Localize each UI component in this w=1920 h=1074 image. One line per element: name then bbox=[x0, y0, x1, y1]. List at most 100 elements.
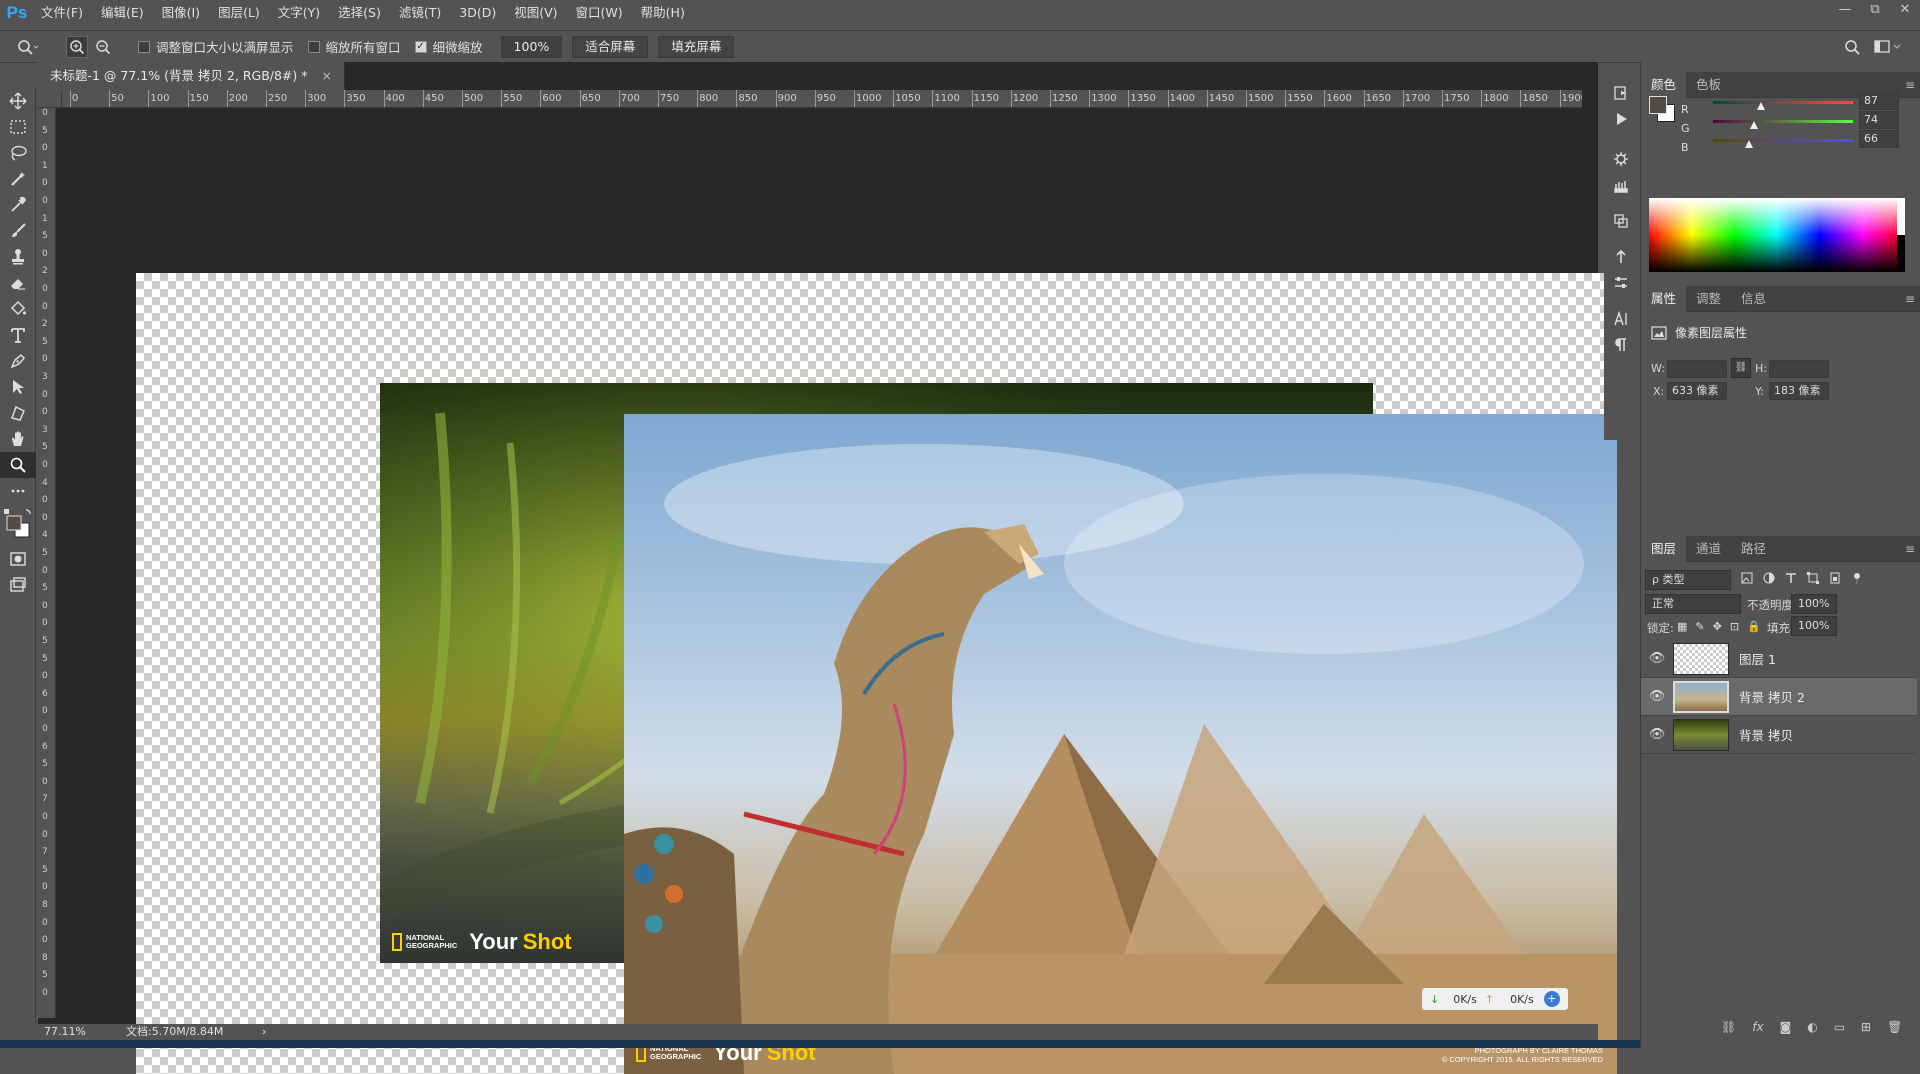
green-value[interactable]: 74 bbox=[1859, 111, 1899, 129]
layer-row-selected[interactable]: 👁 背景 拷贝 2 bbox=[1641, 678, 1917, 716]
marquee-tool[interactable] bbox=[0, 114, 36, 140]
resize-windows-option[interactable]: 调整窗口大小以满屏显示 bbox=[138, 37, 294, 56]
lock-pixels-icon[interactable]: ✎ bbox=[1695, 620, 1704, 633]
tab-info[interactable]: 信息 bbox=[1731, 286, 1776, 312]
menu-image[interactable]: 图像(I) bbox=[153, 0, 209, 26]
brush-settings-button[interactable] bbox=[1604, 146, 1638, 172]
add-mask-icon[interactable]: ◙ bbox=[1780, 1020, 1792, 1034]
zoom-all-option[interactable]: 缩放所有窗口 bbox=[307, 37, 401, 56]
close-button[interactable]: ✕ bbox=[1890, 0, 1920, 22]
lasso-tool[interactable] bbox=[0, 140, 36, 166]
panel-menu-icon[interactable]: ≡ bbox=[1905, 292, 1915, 306]
tab-layers[interactable]: 图层 bbox=[1641, 535, 1687, 562]
tab-channels[interactable]: 通道 bbox=[1686, 536, 1731, 562]
green-track[interactable] bbox=[1713, 120, 1853, 123]
paint-bucket-tool[interactable] bbox=[0, 296, 36, 322]
history-panel-button[interactable] bbox=[1604, 80, 1638, 106]
tab-adjustments[interactable]: 调整 bbox=[1686, 286, 1731, 312]
blue-track[interactable] bbox=[1713, 139, 1853, 142]
tab-properties[interactable]: 属性 bbox=[1641, 285, 1687, 312]
filter-toggle-icon[interactable] bbox=[1851, 572, 1863, 584]
move-tool[interactable] bbox=[0, 88, 36, 114]
link-dimensions-button[interactable]: ⛓ bbox=[1731, 358, 1751, 378]
vertical-ruler[interactable]: 0 5 0 1 0 0 1 5 0 2 0 0 2 5 0 3 0 0 3 5 0 4 0 0 4 5 0 5 0 0 5 5 0 6 0 0 6 5 0 7… bbox=[38, 108, 56, 1018]
red-value[interactable]: 87 bbox=[1859, 92, 1899, 110]
color-spectrum[interactable] bbox=[1649, 198, 1905, 272]
menu-edit[interactable]: 编辑(E) bbox=[92, 0, 153, 26]
visibility-eye-icon[interactable]: 👁 bbox=[1641, 651, 1673, 666]
add-icon[interactable]: + bbox=[1543, 991, 1560, 1007]
status-menu-arrow[interactable]: › bbox=[262, 1024, 266, 1040]
spectrum-white[interactable] bbox=[1897, 198, 1905, 235]
eyedropper-tool[interactable] bbox=[0, 192, 36, 218]
more-tools[interactable] bbox=[0, 478, 36, 504]
menu-type[interactable]: 文字(Y) bbox=[269, 0, 329, 26]
actions-panel-button[interactable] bbox=[1604, 106, 1638, 132]
blend-mode-select[interactable]: 正常 bbox=[1645, 594, 1741, 614]
menu-3d[interactable]: 3D(D) bbox=[450, 0, 505, 26]
layer-row[interactable]: 👁 图层 1 bbox=[1641, 640, 1917, 678]
zoom-level[interactable]: 77.11% bbox=[44, 1024, 86, 1040]
search-button[interactable] bbox=[1844, 39, 1860, 58]
panel-menu-icon[interactable]: ≡ bbox=[1905, 542, 1915, 556]
trash-icon[interactable]: 🗑 bbox=[1887, 1020, 1902, 1034]
fill-field[interactable]: 100% bbox=[1791, 616, 1837, 636]
new-group-icon[interactable]: ▭ bbox=[1834, 1020, 1845, 1034]
magic-wand-tool[interactable] bbox=[0, 166, 36, 192]
adjustments-button[interactable] bbox=[1604, 270, 1638, 296]
character-panel-button[interactable] bbox=[1604, 306, 1638, 332]
brushes-panel-button[interactable] bbox=[1604, 172, 1638, 198]
horizontal-ruler[interactable]: 0 50 100 150 200 250 300 350 400 450 500 550 600 650 7… bbox=[62, 90, 1582, 108]
stamp-tool[interactable] bbox=[0, 244, 36, 270]
blue-slider[interactable]: B 66 bbox=[1651, 130, 1899, 158]
zoom-in-button[interactable] bbox=[66, 35, 88, 58]
menu-help[interactable]: 帮助(H) bbox=[632, 0, 694, 26]
path-selection-tool[interactable] bbox=[0, 374, 36, 400]
eraser-tool[interactable] bbox=[0, 270, 36, 296]
network-speed-widget[interactable]: ↓ 0K/s ↑ 0K/s + bbox=[1422, 988, 1568, 1010]
tool-presets-button[interactable] bbox=[1604, 244, 1638, 270]
width-field[interactable] bbox=[1667, 360, 1727, 378]
type-tool[interactable] bbox=[0, 322, 36, 348]
fit-screen-button[interactable]: 适合屏幕 bbox=[572, 35, 649, 58]
opacity-field[interactable]: 100% bbox=[1791, 594, 1837, 614]
visibility-eye-icon[interactable]: 👁 bbox=[1641, 727, 1673, 742]
tab-paths[interactable]: 路径 bbox=[1731, 536, 1776, 562]
menu-window[interactable]: 窗口(W) bbox=[567, 0, 632, 26]
visibility-eye-icon[interactable]: 👁 bbox=[1641, 689, 1673, 704]
scrubby-zoom-checkbox[interactable]: ✓ bbox=[414, 40, 427, 53]
restore-button[interactable]: ⧉ bbox=[1860, 0, 1890, 22]
filter-adjustment-icon[interactable] bbox=[1763, 572, 1775, 584]
link-layers-icon[interactable]: ⛓ bbox=[1721, 1020, 1736, 1034]
lock-position-icon[interactable]: ✥ bbox=[1713, 620, 1722, 633]
layer-filter-select[interactable]: ρ 类型 bbox=[1645, 570, 1731, 590]
paragraph-panel-button[interactable] bbox=[1604, 332, 1638, 358]
close-document-button[interactable]: × bbox=[322, 68, 332, 83]
menu-view[interactable]: 视图(V) bbox=[505, 0, 566, 26]
red-thumb[interactable] bbox=[1756, 102, 1765, 110]
filter-smart-object-icon[interactable] bbox=[1829, 572, 1841, 584]
blue-value[interactable]: 66 bbox=[1859, 130, 1899, 148]
minimize-button[interactable]: — bbox=[1830, 0, 1860, 22]
menu-file[interactable]: 文件(F) bbox=[32, 0, 92, 26]
quick-mask-button[interactable] bbox=[0, 546, 36, 572]
document-tab[interactable]: 未标题-1 @ 77.1% (背景 拷贝 2, RGB/8#) * × bbox=[38, 62, 345, 90]
panel-menu-icon[interactable]: ≡ bbox=[1905, 78, 1915, 92]
canvas[interactable]: NATIONAL GEOGRAPHIC Your Shot NATIONAL G… bbox=[136, 273, 1617, 1074]
menu-filter[interactable]: 滤镜(T) bbox=[390, 0, 450, 26]
height-field[interactable] bbox=[1769, 360, 1829, 378]
brush-tool[interactable] bbox=[0, 218, 36, 244]
menu-select[interactable]: 选择(S) bbox=[329, 0, 390, 26]
green-thumb[interactable] bbox=[1749, 121, 1758, 129]
filter-shape-icon[interactable] bbox=[1807, 572, 1819, 584]
filter-pixel-icon[interactable] bbox=[1741, 572, 1753, 584]
shape-tool[interactable] bbox=[0, 400, 36, 426]
x-field[interactable]: 633 像素 bbox=[1667, 382, 1727, 400]
resize-windows-checkbox[interactable] bbox=[138, 40, 150, 53]
lock-all-icon[interactable]: 🔒 bbox=[1747, 620, 1761, 633]
red-track[interactable] bbox=[1713, 101, 1853, 104]
tab-swatches[interactable]: 色板 bbox=[1686, 72, 1731, 98]
layer-row[interactable]: 👁 背景 拷贝 bbox=[1641, 716, 1917, 754]
workspace-switcher[interactable] bbox=[1874, 39, 1902, 58]
lock-artboard-icon[interactable]: ⊡ bbox=[1730, 620, 1739, 633]
